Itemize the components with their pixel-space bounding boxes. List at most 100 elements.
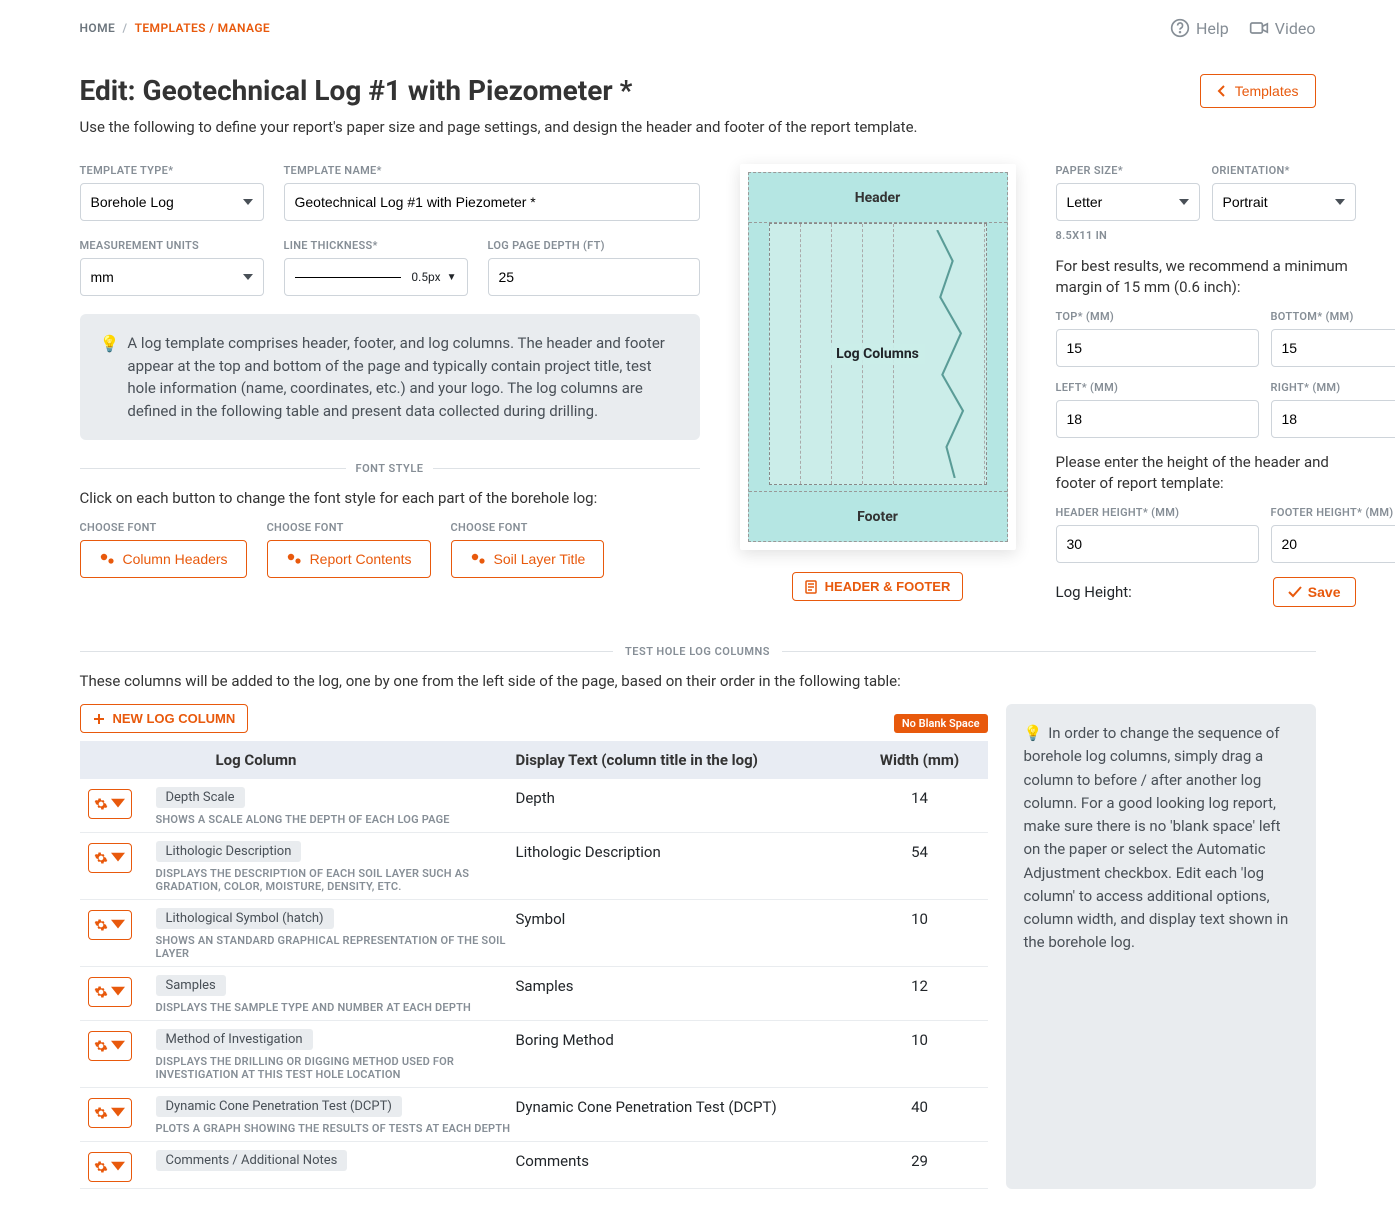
- heights-hint: Please enter the height of the header an…: [1056, 452, 1356, 494]
- column-width: 29: [860, 1150, 980, 1170]
- font-hint: Click on each button to change the font …: [80, 489, 700, 507]
- column-width: 14: [860, 787, 980, 807]
- columns-tip: 💡In order to change the sequence of bore…: [1006, 704, 1316, 1189]
- margin-right-label: RIGHT* (MM): [1271, 381, 1395, 394]
- breadcrumb-templates[interactable]: TEMPLATES / MANAGE: [135, 21, 271, 35]
- gear-icon: [94, 1039, 108, 1053]
- margin-top-input[interactable]: [1056, 329, 1259, 367]
- column-desc: DISPLAYS THE DRILLING OR DIGGING METHOD …: [156, 1055, 516, 1081]
- cogs-icon: [470, 552, 486, 566]
- row-actions-dropdown[interactable]: [88, 1031, 132, 1061]
- table-row[interactable]: Lithological Symbol (hatch) SHOWS AN STA…: [80, 900, 988, 967]
- soil-layer-title-font-button[interactable]: Soil Layer Title: [451, 540, 605, 578]
- columns-intro: These columns will be added to the log, …: [80, 672, 1316, 690]
- caret-down-icon: [111, 985, 125, 999]
- column-name-badge: Lithological Symbol (hatch): [156, 908, 334, 929]
- video-link[interactable]: Video: [1249, 18, 1316, 38]
- column-display-text: Comments: [516, 1150, 860, 1170]
- font-style-heading: FONT STYLE: [356, 462, 424, 475]
- breadcrumb-home[interactable]: HOME: [80, 21, 116, 35]
- header-footer-button[interactable]: HEADER & FOOTER: [792, 572, 964, 601]
- log-depth-label: LOG PAGE DEPTH (FT): [488, 239, 700, 252]
- table-row[interactable]: Depth Scale SHOWS A SCALE ALONG THE DEPT…: [80, 779, 988, 833]
- units-select[interactable]: mm: [80, 258, 264, 296]
- save-button[interactable]: Save: [1273, 577, 1356, 607]
- orientation-select[interactable]: Portrait: [1212, 183, 1356, 221]
- orientation-label: ORIENTATION*: [1212, 164, 1356, 177]
- column-display-text: Boring Method: [516, 1029, 860, 1049]
- margin-top-label: TOP* (MM): [1056, 310, 1259, 323]
- help-link[interactable]: Help: [1170, 18, 1229, 38]
- gear-icon: [94, 1160, 108, 1174]
- column-headers-font-button[interactable]: Column Headers: [80, 540, 247, 578]
- column-desc: SHOWS A SCALE ALONG THE DEPTH OF EACH LO…: [156, 813, 516, 826]
- new-log-column-button[interactable]: NEW LOG COLUMN: [80, 704, 249, 733]
- row-actions-dropdown[interactable]: [88, 1152, 132, 1182]
- video-label: Video: [1275, 19, 1316, 38]
- log-depth-input[interactable]: [488, 258, 700, 296]
- template-type-select[interactable]: Borehole Log: [80, 183, 264, 221]
- caret-down-icon: [111, 851, 125, 865]
- margin-recommend: For best results, we recommend a minimum…: [1056, 256, 1356, 298]
- column-name-badge: Samples: [156, 975, 226, 996]
- log-columns-heading: TEST HOLE LOG COLUMNS: [625, 645, 770, 658]
- caret-down-icon: [111, 1106, 125, 1120]
- table-row[interactable]: Lithologic Description DISPLAYS THE DESC…: [80, 833, 988, 900]
- column-display-text: Symbol: [516, 908, 860, 928]
- lightbulb-icon: 💡: [100, 332, 120, 422]
- line-thickness-select[interactable]: 0.5px ▼: [284, 258, 468, 296]
- report-contents-font-button[interactable]: Report Contents: [267, 540, 431, 578]
- column-name-badge: Depth Scale: [156, 787, 245, 808]
- margin-left-label: LEFT* (MM): [1056, 381, 1259, 394]
- row-actions-dropdown[interactable]: [88, 789, 132, 819]
- log-height-label: Log Height:: [1056, 583, 1132, 601]
- row-actions-dropdown[interactable]: [88, 843, 132, 873]
- column-name-badge: Dynamic Cone Penetration Test (DCPT): [156, 1096, 402, 1117]
- template-name-input[interactable]: [284, 183, 700, 221]
- line-thickness-label: LINE THICKNESS*: [284, 239, 468, 252]
- gear-icon: [94, 1106, 108, 1120]
- template-preview: Header Log Columns Footer: [740, 164, 1016, 550]
- help-label: Help: [1196, 19, 1229, 38]
- column-name-badge: Comments / Additional Notes: [156, 1150, 348, 1171]
- page-subtitle: Use the following to define your report'…: [80, 118, 1316, 136]
- page-title: Edit: Geotechnical Log #1 with Piezomete…: [80, 74, 633, 107]
- row-actions-dropdown[interactable]: [88, 910, 132, 940]
- chevron-left-icon: [1217, 84, 1227, 98]
- templates-button-label: Templates: [1235, 83, 1299, 99]
- table-row[interactable]: Dynamic Cone Penetration Test (DCPT) PLO…: [80, 1088, 988, 1142]
- footer-height-input[interactable]: [1271, 525, 1395, 563]
- video-icon: [1249, 18, 1269, 38]
- margin-right-input[interactable]: [1271, 400, 1395, 438]
- gear-icon: [94, 797, 108, 811]
- preview-footer: Footer: [749, 491, 1007, 541]
- column-width: 10: [860, 1029, 980, 1049]
- table-row[interactable]: Samples DISPLAYS THE SAMPLE TYPE AND NUM…: [80, 967, 988, 1021]
- header-height-input[interactable]: [1056, 525, 1259, 563]
- column-desc: SHOWS AN STANDARD GRAPHICAL REPRESENTATI…: [156, 934, 516, 960]
- templates-button[interactable]: Templates: [1200, 74, 1316, 108]
- choose-font-label-1: CHOOSE FONT: [80, 521, 247, 534]
- column-display-text: Depth: [516, 787, 860, 807]
- log-columns-table: Log Column Display Text (column title in…: [80, 741, 988, 1189]
- document-icon: [805, 580, 817, 594]
- th-log-column: Log Column: [156, 751, 516, 769]
- row-actions-dropdown[interactable]: [88, 1098, 132, 1128]
- breadcrumb: HOME / TEMPLATES / MANAGE: [80, 21, 271, 35]
- template-type-label: TEMPLATE TYPE*: [80, 164, 264, 177]
- column-width: 40: [860, 1096, 980, 1116]
- margin-bottom-input[interactable]: [1271, 329, 1395, 367]
- no-blank-space-badge: No Blank Space: [894, 714, 988, 733]
- caret-down-icon: [111, 1039, 125, 1053]
- cogs-icon: [286, 552, 302, 566]
- preview-body: Log Columns: [769, 223, 987, 485]
- row-actions-dropdown[interactable]: [88, 977, 132, 1007]
- caret-down-icon: [111, 1160, 125, 1174]
- paper-size-select[interactable]: Letter: [1056, 183, 1200, 221]
- cogs-icon: [99, 552, 115, 566]
- gear-icon: [94, 985, 108, 999]
- table-row[interactable]: Method of Investigation DISPLAYS THE DRI…: [80, 1021, 988, 1088]
- margin-left-input[interactable]: [1056, 400, 1259, 438]
- lightbulb-icon: 💡: [1024, 724, 1043, 742]
- choose-font-label-3: CHOOSE FONT: [451, 521, 605, 534]
